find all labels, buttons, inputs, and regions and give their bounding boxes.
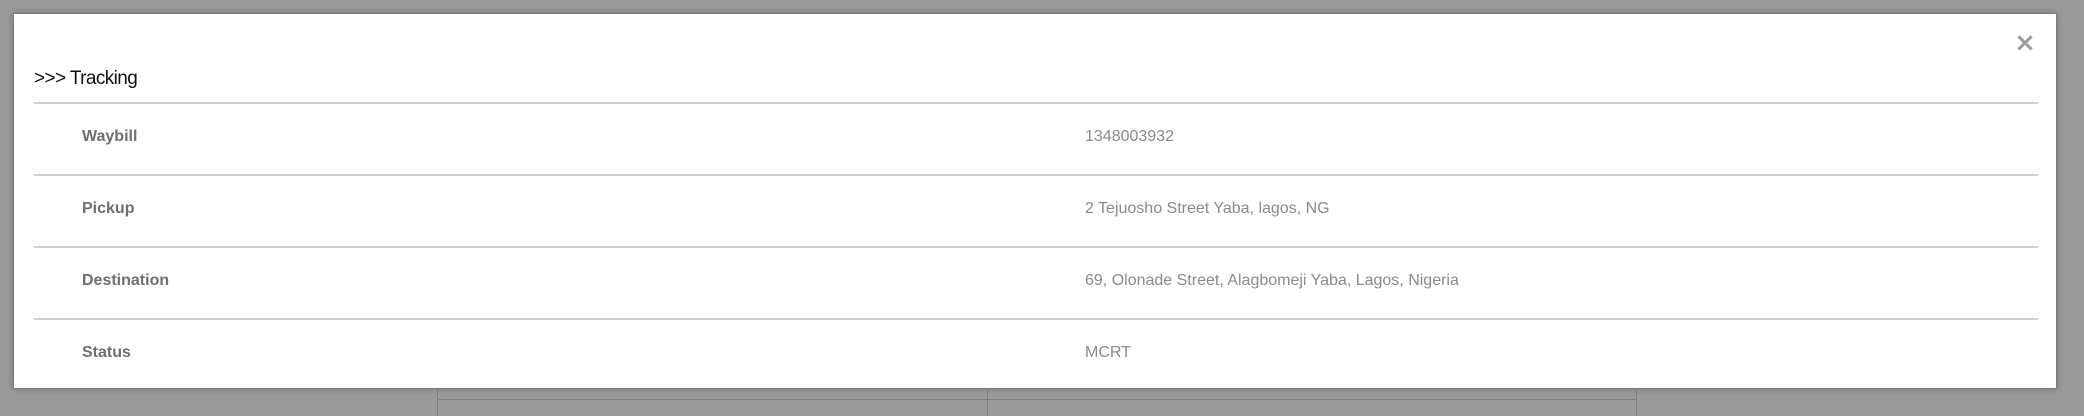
tracking-details-table: Waybill 1348003932 Pickup 2 Tejuosho Str…	[34, 102, 2038, 390]
background-table-divider	[987, 390, 988, 416]
row-value: 2 Tejuosho Street Yaba, lagos, NG	[1085, 200, 1330, 217]
tracking-row-waybill: Waybill 1348003932	[34, 102, 2038, 174]
row-label: Status	[82, 344, 131, 361]
tracking-row-pickup: Pickup 2 Tejuosho Street Yaba, lagos, NG	[34, 174, 2038, 246]
modal-title: >>> Tracking	[34, 68, 138, 89]
row-value: 69, Olonade Street, Alagbomeji Yaba, Lag…	[1085, 272, 1459, 289]
tracking-modal: × >>> Tracking Waybill 1348003932 Pickup…	[13, 13, 2057, 389]
close-icon[interactable]: ×	[2012, 30, 2038, 56]
background-table	[437, 390, 1637, 416]
row-label: Destination	[82, 272, 170, 289]
row-value: MCRT	[1085, 344, 1131, 361]
background-table-rule	[438, 399, 1636, 400]
row-label: Pickup	[82, 200, 135, 217]
row-value: 1348003932	[1085, 128, 1174, 145]
row-label: Waybill	[82, 128, 138, 145]
tracking-row-destination: Destination 69, Olonade Street, Alagbome…	[34, 246, 2038, 318]
tracking-row-status: Status MCRT	[34, 318, 2038, 390]
